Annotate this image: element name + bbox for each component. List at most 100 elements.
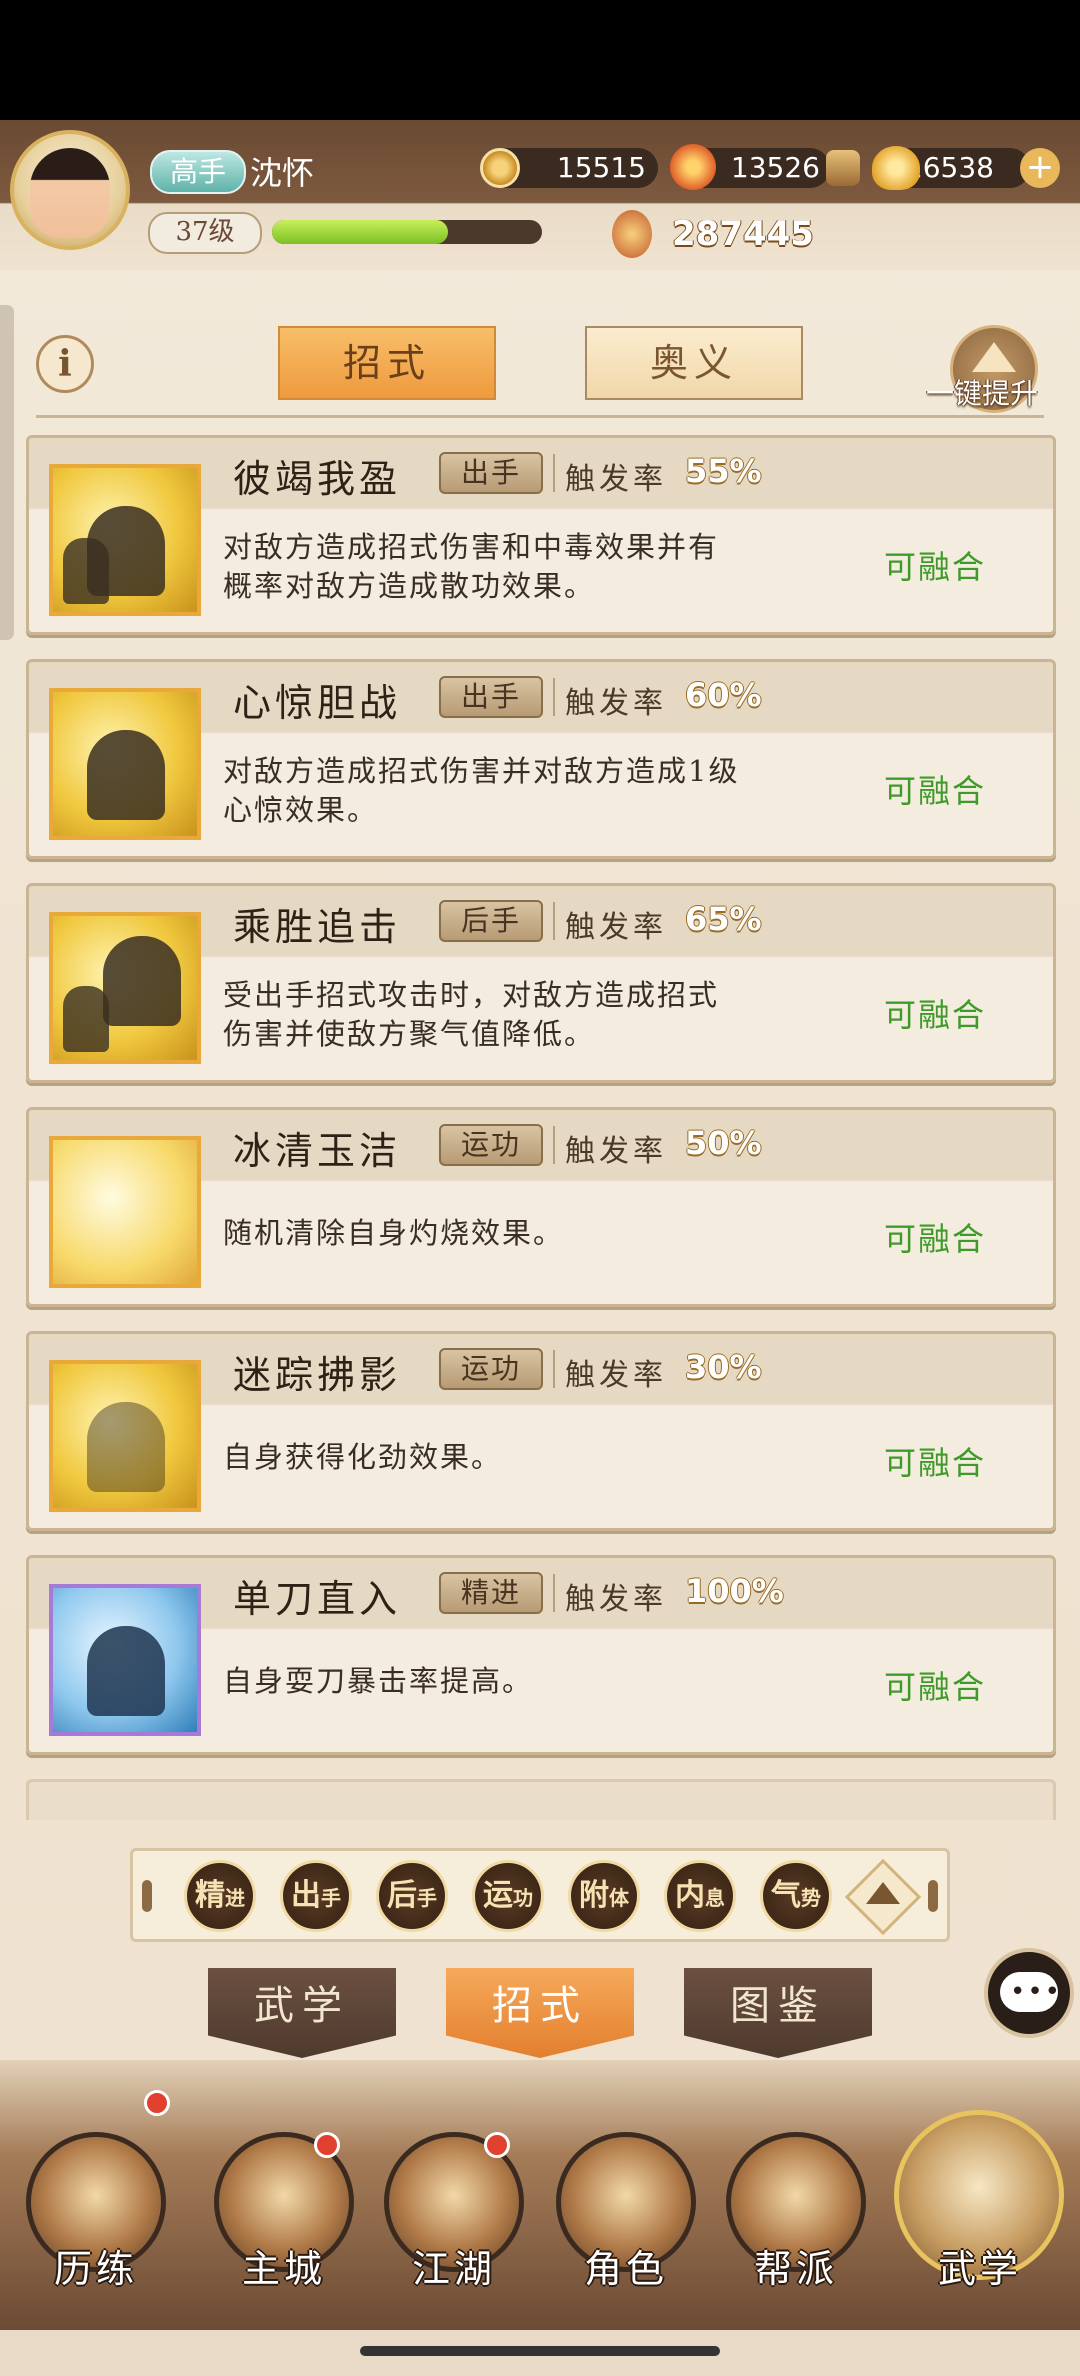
notification-dot [314,2132,340,2158]
filter-label: 精 [195,1878,225,1913]
fuse-status[interactable]: 可融合 [884,1438,986,1484]
move-type-tag: 出手 [439,676,543,718]
trigger-rate-label: 触发率 [565,1582,667,1617]
info-button[interactable]: i [36,335,94,393]
tag-separator [553,678,555,716]
nav-jianghu[interactable]: 江湖 [384,2238,524,2293]
move-description: 对敌方造成招式伤害并对敌方造成1级 心惊效果。 [223,752,823,830]
filter-sublabel: 进 [225,1886,245,1910]
filter-label: 出 [291,1878,321,1913]
move-description-line: 随机清除自身灼烧效果。 [223,1216,565,1250]
move-name: 心惊胆战 [233,681,402,725]
home-indicator[interactable] [360,2346,720,2356]
fuse-status[interactable]: 可融合 [884,1214,986,1260]
tag-separator [553,454,555,492]
filter-label: 后 [387,1878,417,1913]
nav-character[interactable]: 角色 [556,2238,696,2293]
filter-label: 内 [675,1878,705,1913]
combat-power: 287445 [672,214,814,254]
filter-sublabel: 手 [321,1886,341,1910]
xp-bar-fill [272,220,448,244]
trigger-rate-value: 55% [685,452,762,490]
notification-dot [484,2132,510,2158]
nav-guild[interactable]: 帮派 [726,2238,866,2293]
move-description-line: 对敌方造成招式伤害和中毒效果并有 [223,530,720,564]
move-card[interactable]: 迷踪拂影 运功 触发率 30% 自身获得化劲效果。 可融合 [26,1331,1056,1531]
filter-label: 运 [483,1878,513,1913]
move-description: 自身获得化劲效果。 [223,1438,823,1477]
tab-moves[interactable]: 招式 [278,326,496,400]
filter-sublabel: 势 [801,1886,821,1910]
filter-jingjin[interactable]: 精进 [184,1860,256,1932]
trigger-rate-label: 触发率 [565,1134,667,1169]
move-description-line: 对敌方造成招式伤害并对敌方造成1级 [223,754,740,788]
blade-icon [49,1584,201,1736]
trigger-rate-label: 触发率 [565,1358,667,1393]
move-description-line: 自身获得化劲效果。 [223,1440,503,1474]
trigger-rate-value: 60% [685,676,762,714]
filter-bar-cap [928,1880,938,1912]
shadow-icon [49,1360,201,1512]
coin-icon [480,148,520,188]
move-name: 单刀直入 [233,1577,402,1621]
filter-sublabel: 手 [417,1886,437,1910]
tag-separator [553,1350,555,1388]
move-description-line: 心惊效果。 [223,793,379,827]
trigger-rate-value: 50% [685,1124,762,1162]
filter-qishi[interactable]: 气势 [760,1860,832,1932]
filter-chushou[interactable]: 出手 [280,1860,352,1932]
move-type-tag: 后手 [439,900,543,942]
fuse-status[interactable]: 可融合 [884,542,986,588]
move-name: 迷踪拂影 [233,1353,402,1397]
rank-badge: 高手 [150,150,246,194]
move-card[interactable]: 心惊胆战 出手 触发率 60% 对敌方造成招式伤害并对敌方造成1级 心惊效果。 可… [26,659,1056,859]
filter-label: 附 [579,1878,609,1913]
nav-main-city[interactable]: 主城 [214,2238,354,2293]
trigger-rate-value: 30% [685,1348,762,1386]
chevron-up-icon [866,1882,900,1904]
move-type-tag: 运功 [439,1124,543,1166]
filter-yungong[interactable]: 运功 [472,1860,544,1932]
fuse-status[interactable]: 可融合 [884,1662,986,1708]
nav-martial-arts[interactable]: 武学 [910,2238,1050,2293]
upgrade-all-label: 一键提升 [926,377,1039,410]
trigger-rate-value: 100% [685,1572,784,1610]
trigger-rate-label: 触发率 [565,686,667,721]
level-badge: 37级 [148,212,262,254]
move-name: 彼竭我盈 [233,457,402,501]
filter-bar-cap [142,1880,152,1912]
move-card[interactable]: 冰清玉洁 运功 触发率 50% 随机清除自身灼烧效果。 可融合 [26,1107,1056,1307]
move-card[interactable]: 乘胜追击 后手 触发率 65% 受出手招式攻击时，对敌方造成招式 伤害并使敌方聚气… [26,883,1056,1083]
move-description: 自身耍刀暴击率提高。 [223,1662,823,1701]
move-description: 受出手招式攻击时，对敌方造成招式 伤害并使敌方聚气值降低。 [223,976,823,1054]
add-currency-button[interactable]: + [1020,148,1060,188]
filter-sublabel: 息 [705,1886,725,1910]
avatar-portrait [30,148,110,238]
notification-dot [144,2090,170,2116]
fear-icon [49,688,201,840]
move-description: 对敌方造成招式伤害和中毒效果并有 概率对敌方造成散功效果。 [223,528,823,606]
tab-mysteries[interactable]: 奥义 [585,326,803,400]
snowflake-icon [49,1136,201,1288]
move-type-tag: 运功 [439,1348,543,1390]
app-screen: 高手 沈怀 15515 13526 16538 + 37级 287445 i 招… [0,0,1080,2376]
power-gem-icon [612,210,652,258]
filter-futi[interactable]: 附体 [568,1860,640,1932]
move-name: 乘胜追击 [233,905,402,949]
filter-houshou[interactable]: 后手 [376,1860,448,1932]
move-description: 随机清除自身灼烧效果。 [223,1214,823,1253]
move-card[interactable]: 单刀直入 精进 触发率 100% 自身耍刀暴击率提高。 可融合 [26,1555,1056,1755]
move-list[interactable]: 彼竭我盈 出手 触发率 55% 对敌方造成招式伤害和中毒效果并有 概率对敌方造成散… [0,435,1080,1820]
fuse-status[interactable]: 可融合 [884,766,986,812]
fuse-status[interactable]: 可融合 [884,990,986,1036]
move-card[interactable]: 彼竭我盈 出手 触发率 55% 对敌方造成招式伤害和中毒效果并有 概率对敌方造成散… [26,435,1056,635]
copper-value: 15515 [556,151,646,184]
trigger-rate-label: 触发率 [565,462,667,497]
divider [36,415,1044,418]
filter-neixi[interactable]: 内息 [664,1860,736,1932]
chat-dots: ••• [1010,1977,1063,2007]
nav-training[interactable]: 历练 [26,2238,166,2293]
trigger-rate-value: 65% [685,900,762,938]
move-card-partial[interactable] [26,1779,1056,1820]
trigger-rate-label: 触发率 [565,910,667,945]
